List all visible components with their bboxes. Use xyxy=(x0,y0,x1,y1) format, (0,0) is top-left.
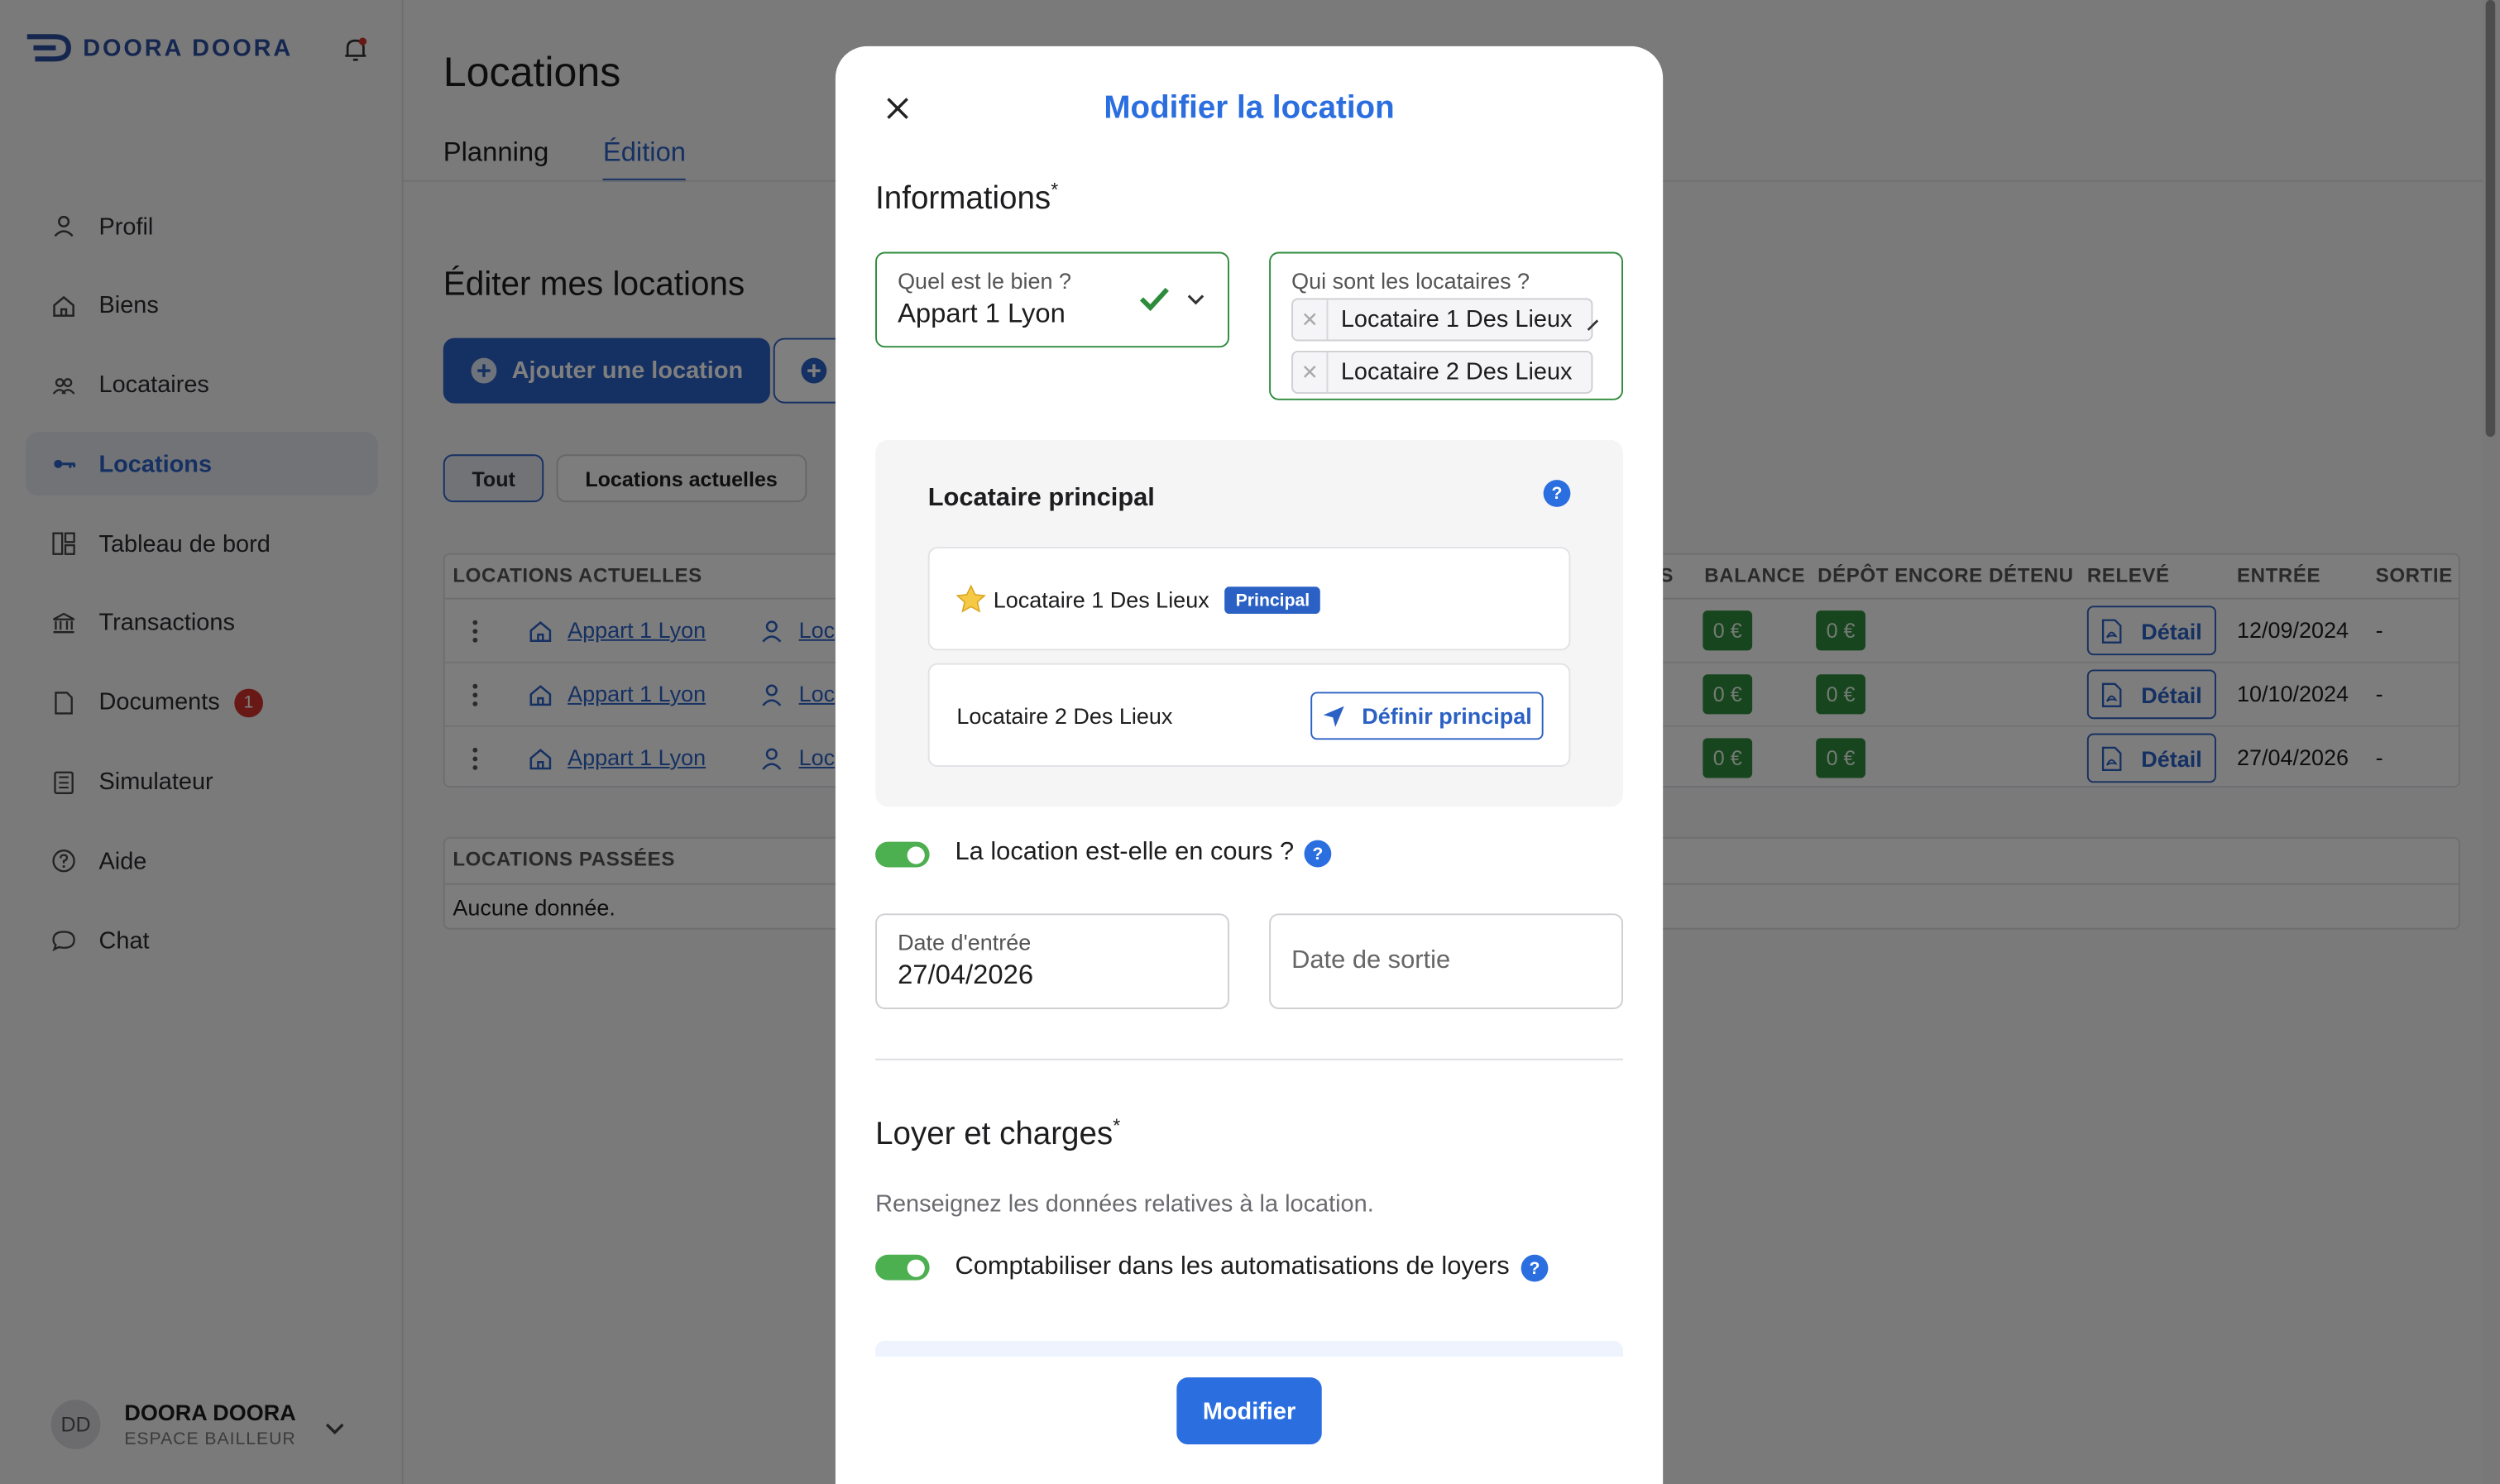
star-icon xyxy=(955,584,986,613)
date-entree-label: Date d'entrée xyxy=(898,929,1032,955)
property-select-label: Quel est le bien ? xyxy=(898,267,1072,294)
date-sortie-field[interactable]: Date de sortie xyxy=(1269,913,1623,1009)
remove-chip-icon[interactable]: ✕ xyxy=(1293,352,1329,393)
loyer-heading: Loyer et charges* xyxy=(875,1114,1121,1152)
tenant-chip: ✕ Locataire 2 Des Lieux xyxy=(1291,351,1593,395)
chevron-down-icon[interactable] xyxy=(1186,292,1205,308)
loyer-description: Renseignez les données relatives à la lo… xyxy=(875,1190,1374,1218)
collapsed-section xyxy=(875,1340,1623,1357)
tenant-chip-label: Locataire 1 Des Lieux xyxy=(1340,306,1573,333)
edit-location-modal: Modifier la location Informations* Quel … xyxy=(835,45,1664,1484)
check-icon xyxy=(1139,287,1169,311)
tenants-select-label: Qui sont les locataires ? xyxy=(1291,267,1530,294)
remove-chip-icon[interactable]: ✕ xyxy=(1293,299,1329,340)
tenant-chip: ✕ Locataire 1 Des Lieux xyxy=(1291,298,1593,342)
tenant-chip-label: Locataire 2 Des Lieux xyxy=(1340,358,1573,386)
en-cours-toggle[interactable] xyxy=(875,841,930,868)
principal-tenant-card: Locataire 1 Des Lieux Principal xyxy=(927,547,1571,651)
automatisation-label: Comptabiliser dans les automatisations d… xyxy=(955,1252,1510,1281)
help-icon[interactable]: ? xyxy=(1521,1254,1549,1282)
informations-heading: Informations* xyxy=(875,178,1059,217)
date-entree-field[interactable]: Date d'entrée 27/04/2026 xyxy=(875,913,1229,1009)
date-entree-value: 27/04/2026 xyxy=(898,960,1034,990)
help-icon[interactable]: ? xyxy=(1543,480,1571,507)
resize-handle-icon xyxy=(1587,319,1599,331)
property-select-value: Appart 1 Lyon xyxy=(898,298,1066,329)
modal-title: Modifier la location xyxy=(1104,90,1395,127)
define-principal-label: Définir principal xyxy=(1362,702,1532,729)
date-sortie-placeholder: Date de sortie xyxy=(1291,946,1451,974)
en-cours-label: La location est-elle en cours ? xyxy=(955,838,1295,866)
send-icon xyxy=(1324,705,1345,726)
tenant-name: Locataire 2 Des Lieux xyxy=(956,702,1173,729)
section-divider xyxy=(875,1058,1623,1060)
define-principal-button[interactable]: Définir principal xyxy=(1310,692,1544,740)
principal-tenant-title: Locataire principal xyxy=(927,484,1155,512)
principal-badge: Principal xyxy=(1224,586,1321,615)
tenant-card: Locataire 2 Des Lieux Définir principal xyxy=(927,663,1571,768)
help-icon[interactable]: ? xyxy=(1304,840,1332,868)
modifier-button[interactable]: Modifier xyxy=(1176,1377,1322,1445)
automatisation-toggle[interactable] xyxy=(875,1254,930,1281)
principal-tenant-name: Locataire 1 Des Lieux xyxy=(993,586,1209,613)
property-select[interactable]: Quel est le bien ? Appart 1 Lyon xyxy=(875,251,1229,348)
tenants-select[interactable]: Qui sont les locataires ? ✕ Locataire 1 … xyxy=(1269,251,1623,400)
principal-tenant-panel: Locataire principal ? Locataire 1 Des Li… xyxy=(875,439,1623,807)
